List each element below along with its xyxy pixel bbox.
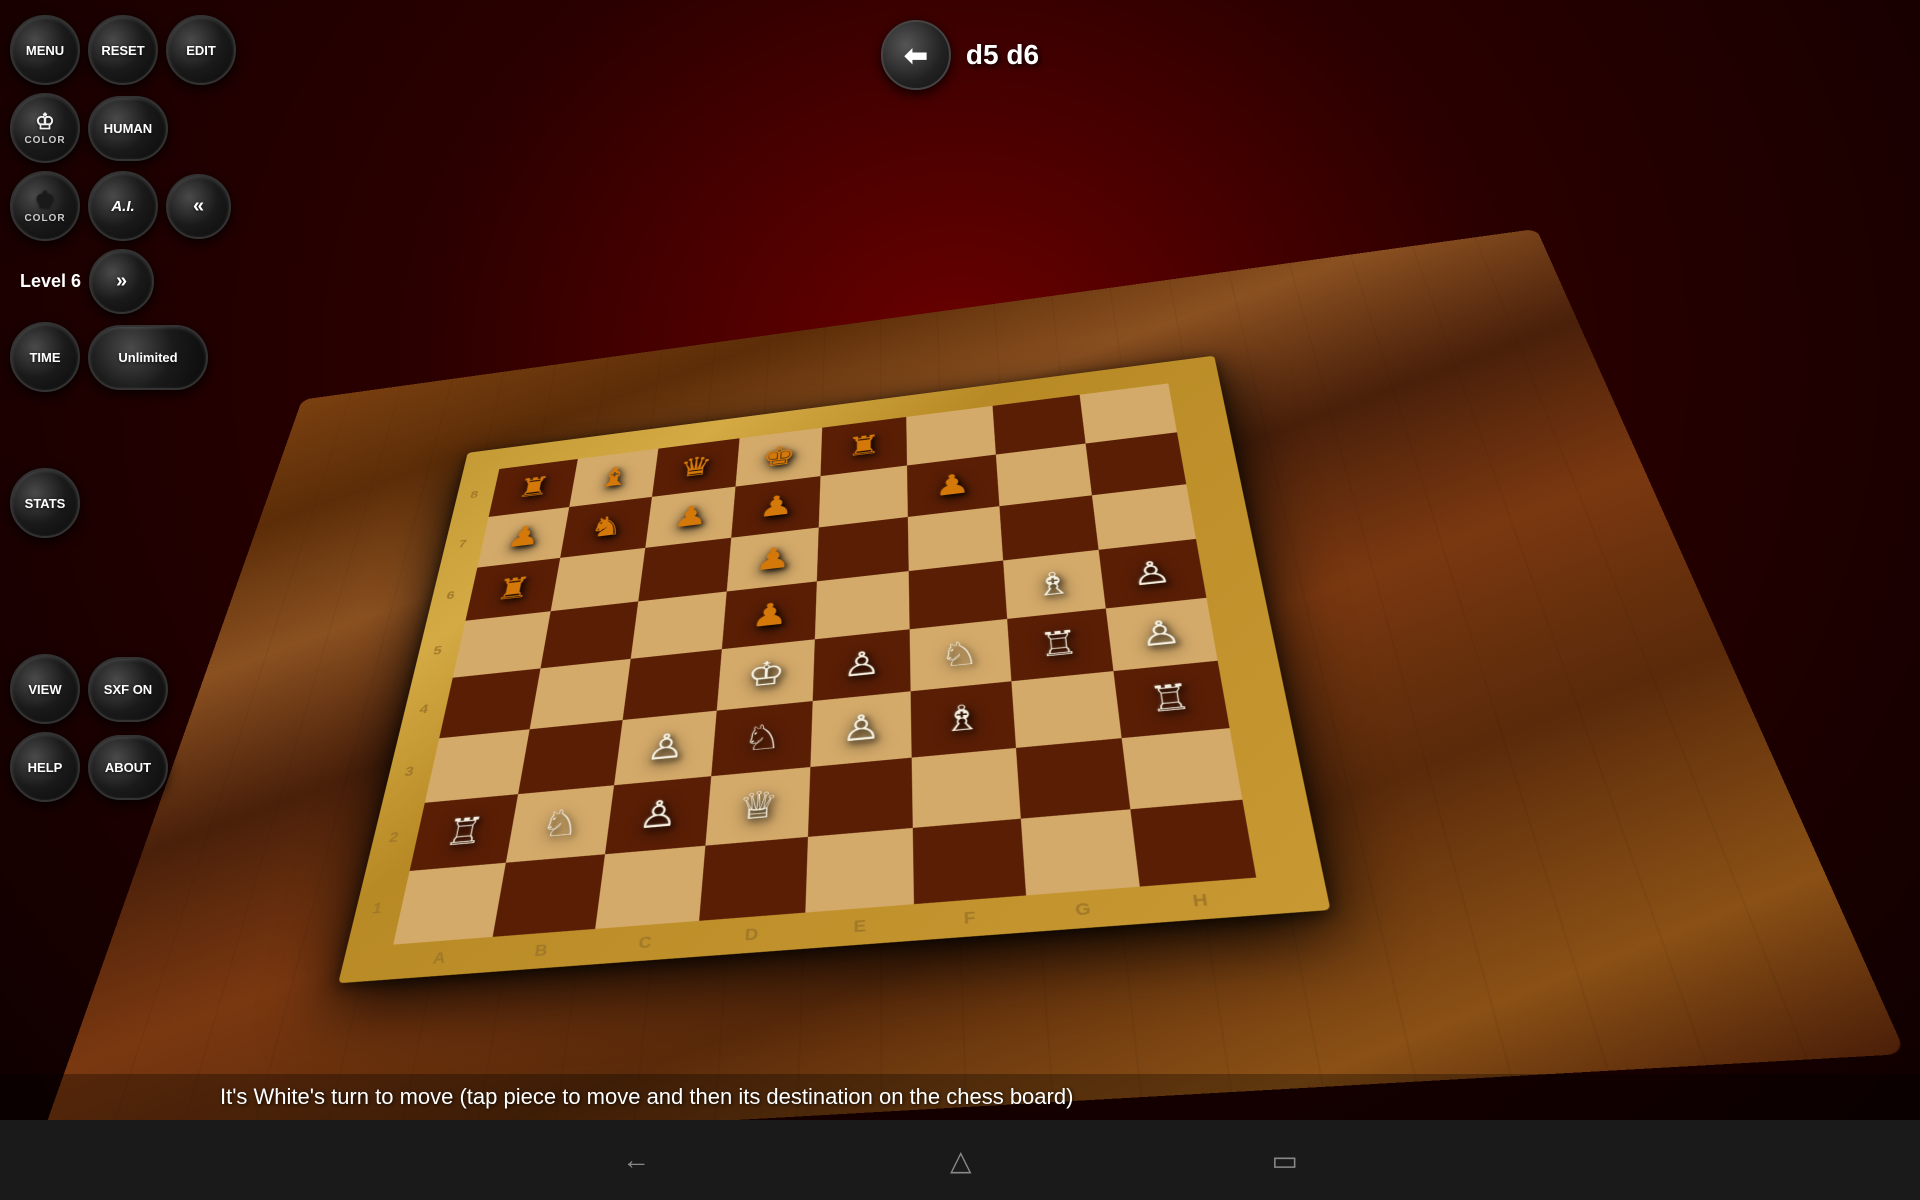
back-arrow-icon: ⬅ [904, 39, 927, 72]
ai-button[interactable]: A.I. [88, 171, 158, 241]
status-message: It's White's turn to move (tap piece to … [220, 1084, 1073, 1109]
reset-button[interactable]: RESET [88, 15, 158, 85]
undo-button[interactable]: ⬅ [881, 20, 951, 90]
square-f2[interactable] [912, 748, 1021, 828]
spacer2 [10, 546, 190, 646]
help-row: HELP ABOUT [10, 732, 190, 802]
square-f3[interactable] [911, 681, 1016, 757]
level-prev-button[interactable]: « [166, 174, 231, 239]
square-c3[interactable] [614, 710, 717, 784]
square-e2[interactable] [808, 757, 913, 837]
time-value-button[interactable]: Unlimited [88, 325, 208, 390]
chess-board-frame: 8 7 6 5 4 3 2 1 [338, 356, 1330, 984]
level-label: Level 6 [10, 271, 81, 292]
time-button[interactable]: TIME [10, 322, 80, 392]
back-nav-button[interactable]: ← [622, 1144, 650, 1176]
king-piece-icon: ♔ [35, 111, 55, 133]
square-f5[interactable] [909, 561, 1007, 630]
square-e3[interactable] [810, 691, 911, 767]
square-e4[interactable] [813, 629, 911, 701]
player-row: ♔ COLOR HUMAN [10, 93, 190, 163]
square-h2[interactable] [1121, 728, 1242, 810]
square-g3[interactable] [1011, 671, 1121, 748]
home-nav-button[interactable]: △ [950, 1144, 972, 1177]
king-black-piece-icon: ♚ [35, 189, 55, 211]
square-a2[interactable] [410, 794, 519, 871]
square-g2[interactable] [1016, 738, 1131, 819]
square-d3[interactable] [711, 701, 813, 776]
move-display: ⬅ d5 d6 [881, 20, 1039, 90]
last-move-text: d5 d6 [966, 39, 1039, 71]
square-d1[interactable] [699, 837, 808, 921]
square-b5[interactable] [541, 602, 638, 669]
square-h1[interactable] [1130, 800, 1256, 887]
level-row: Level 6 » [10, 249, 190, 314]
square-c1[interactable] [595, 846, 705, 929]
ai-color-button[interactable]: ♚ COLOR [10, 171, 80, 241]
sidebar: MENU RESET EDIT ♔ COLOR HUMAN ♚ COLOR [0, 0, 200, 820]
square-h5[interactable] [1098, 539, 1206, 608]
square-h3[interactable] [1113, 661, 1229, 738]
square-e5[interactable] [815, 571, 910, 639]
menu-button[interactable]: MENU [10, 15, 80, 85]
square-b3[interactable] [518, 720, 622, 794]
sxf-button[interactable]: SXF ON [88, 657, 168, 722]
recents-nav-button[interactable]: ▭ [1272, 1144, 1298, 1177]
square-d2[interactable] [705, 767, 810, 846]
square-a3[interactable] [425, 729, 530, 802]
square-f1[interactable] [913, 819, 1026, 904]
square-b4[interactable] [530, 659, 630, 729]
square-a1[interactable] [393, 863, 506, 945]
player-color-button[interactable]: ♔ COLOR [10, 93, 80, 163]
stats-row: STATS [10, 468, 190, 538]
about-button[interactable]: ABOUT [88, 735, 168, 800]
square-a4[interactable] [439, 668, 540, 738]
square-b1[interactable] [493, 854, 605, 936]
edit-button[interactable]: EDIT [166, 15, 236, 85]
square-f4[interactable] [910, 619, 1011, 691]
level-next-button[interactable]: » [89, 249, 154, 314]
square-c5[interactable] [630, 592, 726, 659]
time-row: TIME Unlimited [10, 322, 190, 392]
square-d5[interactable] [722, 582, 817, 650]
square-a5[interactable] [453, 611, 551, 677]
ai-row: ♚ COLOR A.I. « [10, 171, 190, 241]
square-g1[interactable] [1020, 810, 1139, 896]
square-c4[interactable] [622, 649, 721, 720]
chess-board-3d: 8 7 6 5 4 3 2 1 [233, 294, 1627, 1063]
human-button[interactable]: HUMAN [88, 96, 168, 161]
top-buttons-row: MENU RESET EDIT [10, 15, 190, 85]
help-button[interactable]: HELP [10, 732, 80, 802]
square-h4[interactable] [1106, 598, 1218, 671]
view-button[interactable]: VIEW [10, 654, 80, 724]
spacer [10, 400, 190, 460]
square-b2[interactable] [506, 785, 614, 863]
status-bar: It's White's turn to move (tap piece to … [0, 1074, 1920, 1120]
chess-board-grid[interactable] [393, 383, 1256, 944]
square-e1[interactable] [805, 828, 914, 913]
square-d4[interactable] [717, 639, 815, 710]
square-g5[interactable] [1003, 550, 1106, 619]
navigation-bar: ← △ ▭ [0, 1120, 1920, 1200]
square-g4[interactable] [1007, 608, 1113, 681]
stats-button[interactable]: STATS [10, 468, 80, 538]
square-c2[interactable] [605, 776, 711, 855]
view-row: VIEW SXF ON [10, 654, 190, 724]
